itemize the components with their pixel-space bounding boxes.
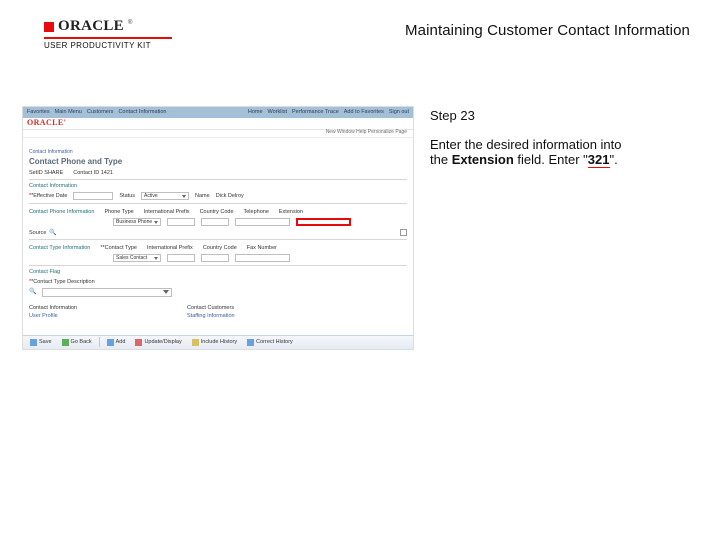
tab-setid: SetID SHARE (29, 170, 63, 176)
row-contact-info: *Effective Date Status Active Name Dick … (29, 192, 407, 200)
lbl-name: Name (195, 193, 210, 199)
lbl-phonetype: Phone Type (104, 209, 133, 215)
lbl-status: Status (119, 193, 135, 199)
instruction-panel: Step 23 Enter the desired information in… (430, 106, 698, 350)
select-phonetype[interactable]: Business Phone (113, 218, 161, 226)
select-flag[interactable] (42, 288, 172, 297)
brand-name: ORACLE (58, 18, 124, 35)
breadcrumb-item[interactable]: Customers (87, 109, 114, 115)
add-fav-link[interactable]: Add to Favorites (344, 109, 384, 115)
select-status[interactable]: Active (141, 192, 189, 200)
page-title: Maintaining Customer Contact Information (405, 18, 696, 39)
row-type-values: Sales Contact (29, 254, 407, 262)
select-ctype[interactable]: Sales Contact (113, 254, 161, 262)
history-button[interactable]: Include History (189, 337, 240, 347)
add-icon (107, 339, 114, 346)
save-icon (30, 339, 37, 346)
lbl-intl: International Prefix (144, 209, 190, 215)
brand-divider (44, 37, 172, 39)
breadcrumb-bar: Favorites Main Menu Customers Contact In… (23, 107, 413, 118)
lbl-code: Country Code (200, 209, 234, 215)
breadcrumb: Favorites Main Menu Customers Contact In… (27, 109, 166, 115)
oracle-logo-mark (44, 22, 54, 32)
lbl-fax: Fax Number (247, 245, 277, 251)
correct-icon (247, 339, 254, 346)
col2-head: Contact Customers (187, 305, 234, 311)
lbl-code2: Country Code (203, 245, 237, 251)
personalize-link[interactable] (23, 138, 413, 146)
back-icon (62, 339, 69, 346)
section-contact-flag: Contact Flag (29, 269, 407, 275)
lbl-ctype: *Contact Type (100, 245, 137, 251)
home-link[interactable]: Home (248, 109, 263, 115)
toolbar: Save Go Back Add Update/Display Include … (23, 335, 413, 349)
input-code2[interactable] (201, 254, 229, 262)
lbl-intl2: International Prefix (147, 245, 193, 251)
input-fax[interactable] (235, 254, 290, 262)
breadcrumb-item[interactable]: Main Menu (55, 109, 82, 115)
signout-link[interactable]: Sign out (389, 109, 409, 115)
update-button[interactable]: Update/Display (132, 337, 184, 347)
input-effdate[interactable] (73, 192, 113, 200)
section-contact-type: Contact Type Information *Contact Type I… (29, 245, 407, 251)
input-tel[interactable] (235, 218, 290, 226)
brand: ORACLE ® USER PRODUCTIVITY KIT (44, 18, 172, 50)
field-name: Extension (452, 152, 514, 167)
lbl-ext: Extension (279, 209, 303, 215)
body: Favorites Main Menu Customers Contact In… (22, 106, 698, 350)
oracle-app-logo: ORACLE' (27, 119, 66, 128)
tab-contactid: Contact ID 1421 (73, 170, 113, 176)
section-contact-phone-lbl: Contact Phone Information (29, 209, 94, 215)
global-links: Home Worklist Performance Trace Add to F… (248, 109, 409, 115)
brand-reg: ® (128, 20, 132, 26)
section-contact-phone: Contact Phone Information Phone Type Int… (29, 209, 407, 215)
row-phone-extra: Source 🔍 (29, 229, 407, 236)
brand-sub: USER PRODUCTIVITY KIT (44, 41, 172, 50)
row-phone-values: Business Phone (29, 218, 407, 226)
section-contact-info: Contact Information (29, 183, 407, 189)
instruction-text: Enter the desired information into the E… (430, 137, 698, 167)
history-icon (192, 339, 199, 346)
lbl-ctype2: *Contact Type Description (29, 279, 95, 285)
col1-head: Contact Information (29, 305, 77, 311)
input-code[interactable] (201, 218, 229, 226)
back-button[interactable]: Go Back (59, 337, 95, 347)
input-intl2[interactable] (167, 254, 195, 262)
bottom-links: Contact Information User Profile Contact… (29, 305, 407, 319)
breadcrumb-item[interactable]: Contact Information (118, 109, 166, 115)
row-flag: *Contact Type Description (29, 279, 407, 285)
lookup-icon[interactable]: 🔍 (49, 230, 56, 237)
entry-value: 321 (588, 152, 610, 168)
link-staffing[interactable]: Staffing Information (187, 313, 235, 319)
section-title: Contact Phone and Type (29, 158, 407, 167)
input-intl[interactable] (167, 218, 195, 226)
util-links[interactable]: New Window Help Personalize Page (23, 130, 413, 138)
update-icon (135, 339, 142, 346)
worklist-link[interactable]: Worklist (268, 109, 287, 115)
input-extension[interactable] (296, 218, 351, 226)
save-button[interactable]: Save (27, 337, 55, 347)
header: ORACLE ® USER PRODUCTIVITY KIT Maintaini… (44, 18, 696, 50)
lbl-effdate: *Effective Date (29, 193, 67, 199)
record-tabs: SetID SHARE Contact ID 1421 (29, 170, 407, 176)
checkbox-primary[interactable] (400, 229, 407, 236)
link-user-profile[interactable]: User Profile (29, 313, 77, 319)
correct-button[interactable]: Correct History (244, 337, 296, 347)
section-contact-type-lbl: Contact Type Information (29, 245, 90, 251)
step-label: Step 23 (430, 108, 698, 123)
lbl-tel: Telephone (244, 209, 269, 215)
lookup-icon[interactable]: 🔍 (29, 289, 36, 296)
add-button[interactable]: Add (104, 337, 129, 347)
app-screenshot: Favorites Main Menu Customers Contact In… (22, 106, 414, 350)
val-name: Dick Delroy (216, 193, 244, 199)
perf-trace-link[interactable]: Performance Trace (292, 109, 339, 115)
breadcrumb-item[interactable]: Favorites (27, 109, 50, 115)
section-crumb: Contact Information (29, 150, 407, 156)
